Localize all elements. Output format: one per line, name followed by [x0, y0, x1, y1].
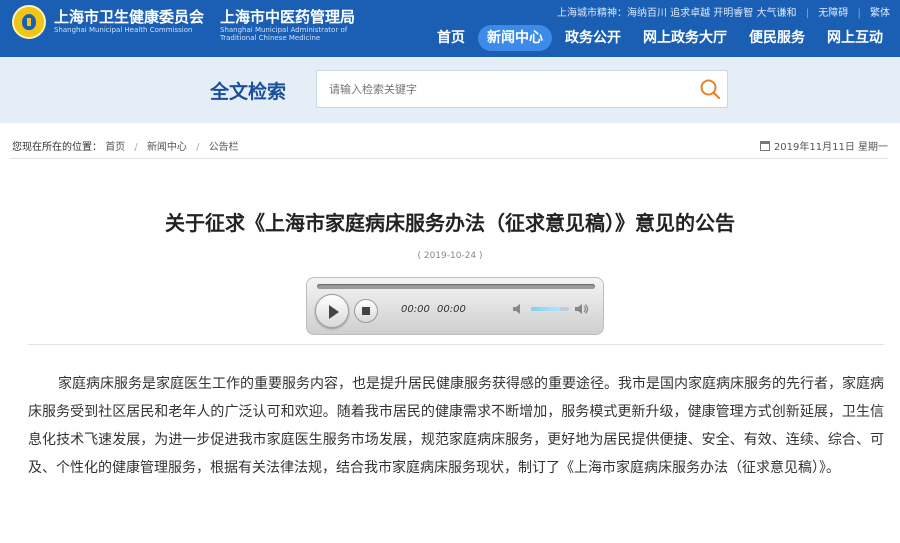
content-divider — [28, 344, 884, 345]
breadcrumb: 您现在所在的位置： 首页 / 新闻中心 / 公告栏 2019年11月11日 星期… — [12, 138, 888, 153]
nav-news-center[interactable]: 新闻中心 — [478, 25, 552, 51]
breadcrumb-divider — [10, 158, 888, 159]
org-name-tcm-bureau-en: Shanghai Municipal Administrator of Trad… — [220, 26, 348, 42]
utility-bar: 上海城市精神：海纳百川 追求卓越 开明睿智 大气谦和 | 无障碍 | 繁体 — [551, 4, 890, 19]
breadcrumb-bulletin[interactable]: 公告栏 — [209, 142, 239, 153]
breadcrumb-separator: / — [196, 142, 200, 153]
emblem-logo[interactable] — [12, 5, 46, 39]
nav-public-services[interactable]: 便民服务 — [740, 25, 814, 51]
calendar-icon — [759, 141, 770, 151]
city-slogan: 上海城市精神：海纳百川 追求卓越 开明睿智 大气谦和 — [556, 8, 797, 19]
article-body: 家庭病床服务是家庭医生工作的重要服务内容，也是提升居民健康服务获得感的重要途径。… — [28, 376, 884, 476]
search-title: 全文检索 — [210, 81, 287, 103]
site-header: 上海市卫生健康委员会 Shanghai Municipal Health Com… — [0, 0, 900, 57]
nav-government-affairs[interactable]: 政务公开 — [556, 25, 630, 51]
search-box — [316, 70, 728, 108]
article-title: 关于征求《上海市家庭病床服务办法（征求意见稿）》意见的公告 — [165, 211, 735, 235]
audio-current-time: 00:00 — [401, 304, 430, 315]
search-icon[interactable] — [699, 78, 721, 100]
nav-online-service-hall[interactable]: 网上政务大厅 — [634, 25, 736, 51]
current-date: 2019年11月11日 星期一 — [759, 138, 888, 153]
volume-slider[interactable] — [531, 307, 569, 311]
breadcrumb-home[interactable]: 首页 — [105, 142, 125, 153]
article-date: ( 2019-10-24 ) — [417, 251, 483, 261]
volume-max-icon[interactable] — [575, 304, 589, 314]
mute-icon[interactable] — [513, 304, 525, 314]
audio-player: 00:00 00:00 — [306, 277, 604, 335]
search-input[interactable] — [317, 71, 687, 107]
play-button[interactable] — [315, 294, 349, 328]
org-name-tcm-bureau[interactable]: 上海市中医药管理局 — [220, 6, 355, 27]
breadcrumb-news-center[interactable]: 新闻中心 — [147, 142, 187, 153]
breadcrumb-label: 您现在所在的位置： — [12, 142, 102, 153]
audio-progress-bar[interactable] — [317, 284, 595, 289]
search-band: 全文检索 — [0, 57, 900, 123]
accessibility-link[interactable]: 无障碍 — [818, 8, 848, 19]
stop-button[interactable] — [354, 299, 378, 323]
utility-divider: | — [805, 8, 810, 19]
nav-home[interactable]: 首页 — [428, 25, 474, 51]
traditional-chinese-link[interactable]: 繁体 — [870, 8, 890, 19]
main-nav: 首页 新闻中心 政务公开 网上政务大厅 便民服务 网上互动 — [428, 25, 892, 51]
breadcrumb-separator: / — [134, 142, 138, 153]
org-name-health-commission[interactable]: 上海市卫生健康委员会 — [54, 6, 204, 27]
volume-level — [531, 307, 560, 311]
utility-divider: | — [857, 8, 861, 19]
current-date-text: 2019年11月11日 星期一 — [773, 142, 888, 153]
org-name-health-commission-en: Shanghai Municipal Health Commission — [54, 26, 193, 34]
audio-duration: 00:00 — [437, 304, 466, 315]
nav-online-interaction[interactable]: 网上互动 — [818, 25, 892, 51]
